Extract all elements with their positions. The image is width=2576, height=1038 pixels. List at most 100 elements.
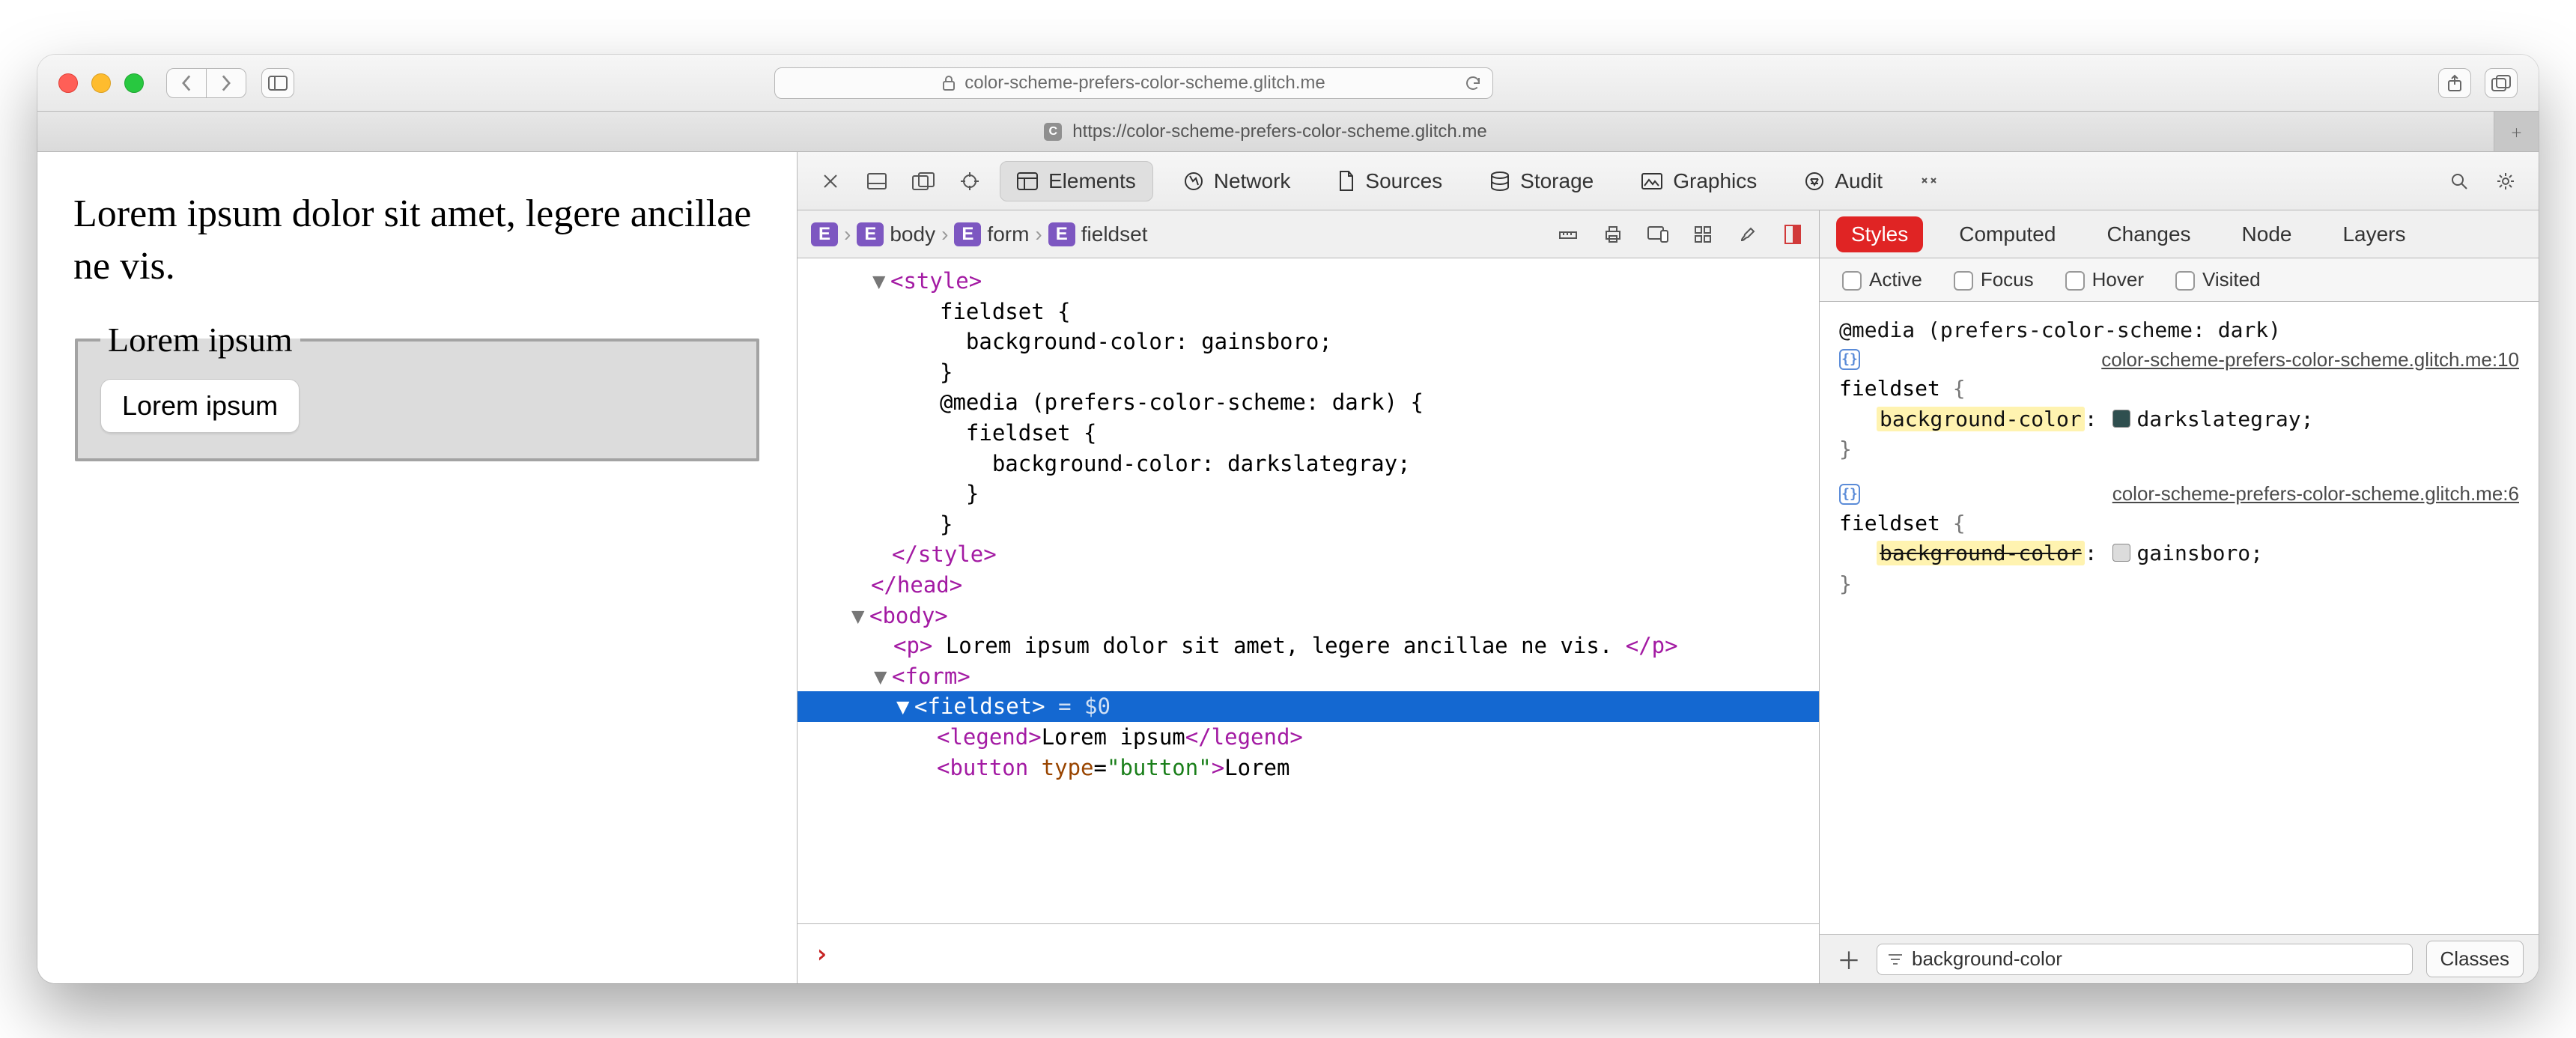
content-area: Lorem ipsum dolor sit amet, legere ancil… (37, 152, 2539, 983)
tab-network-label: Network (1214, 169, 1291, 193)
favicon: C (1044, 123, 1062, 141)
source-link[interactable]: color-scheme-prefers-color-scheme.glitch… (2101, 346, 2519, 374)
browser-tab[interactable]: C https://color-scheme-prefers-color-sch… (37, 112, 2494, 151)
console-prompt-icon: › (814, 939, 829, 969)
tab-storage-label: Storage (1520, 169, 1594, 193)
devtools-toolbar: Elements Network Sources Storage Graphic… (798, 152, 2539, 210)
media-query: @media (prefers-color-scheme: dark) (1839, 315, 2519, 346)
search-icon[interactable] (2443, 165, 2476, 198)
share-button[interactable] (2438, 68, 2471, 98)
crumb-body[interactable]: body (890, 222, 935, 246)
style-rule: @media (prefers-color-scheme: dark) {} c… (1839, 315, 2519, 465)
overflow-icon[interactable] (1913, 165, 1946, 198)
page-viewport: Lorem ipsum dolor sit amet, legere ancil… (37, 152, 798, 983)
close-devtools-button[interactable] (814, 165, 847, 198)
tab-title: https://color-scheme-prefers-color-schem… (1072, 121, 1487, 142)
forward-button[interactable] (206, 68, 246, 98)
page-button[interactable]: Lorem ipsum (100, 379, 300, 433)
elements-panel: E › E body › E form › E fieldset (798, 210, 1820, 983)
tab-storage[interactable]: Storage (1473, 161, 1611, 201)
pseudo-visited[interactable]: Visited (2175, 268, 2261, 291)
print-styles-icon[interactable] (1600, 222, 1626, 247)
reload-button[interactable] (1464, 74, 1482, 92)
subtab-styles[interactable]: Styles (1836, 216, 1923, 252)
tab-elements-label: Elements (1048, 169, 1136, 193)
tabs-button[interactable] (2485, 68, 2518, 98)
minimize-window-button[interactable] (91, 73, 111, 93)
zoom-window-button[interactable] (124, 73, 144, 93)
crumb-badge: E (954, 222, 981, 246)
devtools: Elements Network Sources Storage Graphic… (798, 152, 2539, 983)
style-rules[interactable]: @media (prefers-color-scheme: dark) {} c… (1820, 302, 2539, 934)
titlebar: color-scheme-prefers-color-scheme.glitch… (37, 55, 2539, 112)
crumb-badge: E (1048, 222, 1075, 246)
close-window-button[interactable] (58, 73, 78, 93)
target-icon[interactable] (953, 165, 986, 198)
color-swatch[interactable] (2112, 544, 2130, 562)
color-swatch[interactable] (2112, 410, 2130, 428)
pseudo-active[interactable]: Active (1842, 268, 1922, 291)
style-rule: {} color-scheme-prefers-color-scheme.gli… (1839, 480, 2519, 599)
audit-icon (1805, 172, 1824, 191)
tab-audit[interactable]: Audit (1787, 161, 1900, 201)
compositing-icon[interactable] (1780, 222, 1805, 247)
filter-icon (1888, 953, 1903, 965)
subtab-node[interactable]: Node (2227, 216, 2307, 252)
sources-icon (1338, 171, 1355, 192)
browser-window: color-scheme-prefers-color-scheme.glitch… (37, 55, 2539, 983)
elements-icon (1017, 172, 1038, 190)
address-bar[interactable]: color-scheme-prefers-color-scheme.glitch… (774, 67, 1493, 99)
pseudo-hover[interactable]: Hover (2065, 268, 2144, 291)
dom-tree[interactable]: ▼<style> fieldset { background-color: ga… (798, 258, 1819, 923)
filter-value: background-color (1912, 947, 2062, 971)
pseudo-class-bar: Active Focus Hover Visited (1820, 258, 2539, 302)
crumb-form[interactable]: form (987, 222, 1029, 246)
new-tab-button[interactable]: ＋ (2494, 112, 2539, 151)
console-bar[interactable]: › (798, 923, 1819, 983)
back-button[interactable] (166, 68, 207, 98)
selected-dom-node[interactable]: ▼<fieldset> = $0 (798, 691, 1819, 722)
settings-icon[interactable] (2489, 165, 2522, 198)
device-icon[interactable] (1645, 222, 1671, 247)
page-fieldset: Lorem ipsum Lorem ipsum (75, 320, 759, 461)
page-legend: Lorem ipsum (100, 320, 300, 359)
dock-side-icon[interactable] (907, 165, 940, 198)
tab-sources-label: Sources (1365, 169, 1442, 193)
lock-icon (942, 76, 956, 91)
tab-strip: C https://color-scheme-prefers-color-sch… (37, 112, 2539, 152)
crumb-fieldset[interactable]: fieldset (1081, 222, 1148, 246)
source-link[interactable]: color-scheme-prefers-color-scheme.glitch… (2112, 480, 2519, 509)
page-paragraph: Lorem ipsum dolor sit amet, legere ancil… (73, 188, 761, 293)
sidebar-toggle-button[interactable] (261, 68, 294, 98)
subtab-changes[interactable]: Changes (2092, 216, 2205, 252)
network-icon (1184, 172, 1203, 191)
root-crumb-badge[interactable]: E (811, 222, 838, 246)
crumb-badge: E (857, 222, 884, 246)
subtab-computed[interactable]: Computed (1944, 216, 2071, 252)
tab-elements[interactable]: Elements (1000, 161, 1153, 201)
styles-subtabs: Styles Computed Changes Node Layers (1820, 210, 2539, 258)
subtab-layers[interactable]: Layers (2327, 216, 2420, 252)
grid-icon[interactable] (1690, 222, 1716, 247)
breadcrumbs: E › E body › E form › E fieldset (798, 210, 1819, 258)
tab-graphics[interactable]: Graphics (1624, 161, 1774, 201)
styles-filter-bar: ＋ background-color Classes (1820, 934, 2539, 983)
paint-icon[interactable] (1735, 222, 1761, 247)
filter-input[interactable]: background-color (1877, 944, 2413, 975)
window-controls (58, 73, 144, 93)
classes-button[interactable]: Classes (2426, 941, 2524, 977)
styles-panel: Styles Computed Changes Node Layers Acti… (1820, 210, 2539, 983)
dock-bottom-icon[interactable] (860, 165, 893, 198)
pseudo-focus[interactable]: Focus (1954, 268, 2034, 291)
url-host: color-scheme-prefers-color-scheme.glitch… (965, 73, 1325, 94)
tab-audit-label: Audit (1835, 169, 1883, 193)
back-forward (166, 68, 246, 98)
ruler-icon[interactable] (1555, 222, 1581, 247)
tab-graphics-label: Graphics (1673, 169, 1757, 193)
tab-network[interactable]: Network (1167, 161, 1308, 201)
graphics-icon (1641, 173, 1662, 189)
tab-sources[interactable]: Sources (1321, 161, 1459, 201)
new-rule-button[interactable]: ＋ (1835, 945, 1863, 974)
stylesheet-icon: {} (1839, 349, 1860, 370)
stylesheet-icon: {} (1839, 484, 1860, 505)
